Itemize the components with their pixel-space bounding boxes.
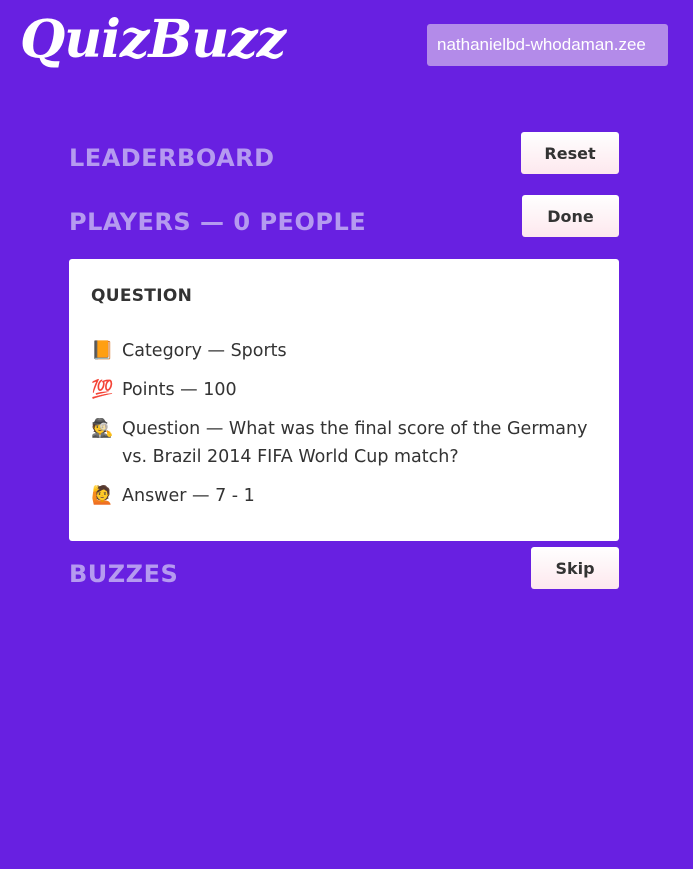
question-row-category: 📙 Category — Sports (91, 337, 597, 365)
players-title: PLAYERS — 0 PEOPLE (69, 208, 367, 236)
question-row-points: 💯 Points — 100 (91, 376, 597, 404)
question-text: Question — What was the final score of t… (122, 419, 588, 467)
buzzes-title: BUZZES (69, 560, 179, 588)
detective-icon: 🕵 (91, 418, 114, 439)
reset-button[interactable]: Reset (521, 132, 619, 174)
question-row-question: 🕵 Question — What was the final score of… (91, 415, 597, 471)
answer-text: Answer — 7 - 1 (122, 486, 255, 506)
question-row-answer: 🙋 Answer — 7 - 1 (91, 482, 597, 510)
person-raising-hand-icon: 🙋 (91, 485, 114, 506)
question-card: QUESTION 📙 Category — Sports 💯 Points — … (69, 259, 619, 541)
hundred-points-icon: 💯 (91, 379, 114, 400)
book-icon: 📙 (91, 340, 114, 361)
app-logo: QuizBuzz (20, 9, 286, 70)
room-name-input[interactable] (427, 24, 668, 66)
question-card-title: QUESTION (91, 286, 193, 306)
leaderboard-title: LEADERBOARD (69, 144, 275, 172)
category-text: Category — Sports (122, 341, 287, 361)
points-text: Points — 100 (122, 380, 237, 400)
skip-button[interactable]: Skip (531, 547, 619, 589)
done-button[interactable]: Done (522, 195, 619, 237)
